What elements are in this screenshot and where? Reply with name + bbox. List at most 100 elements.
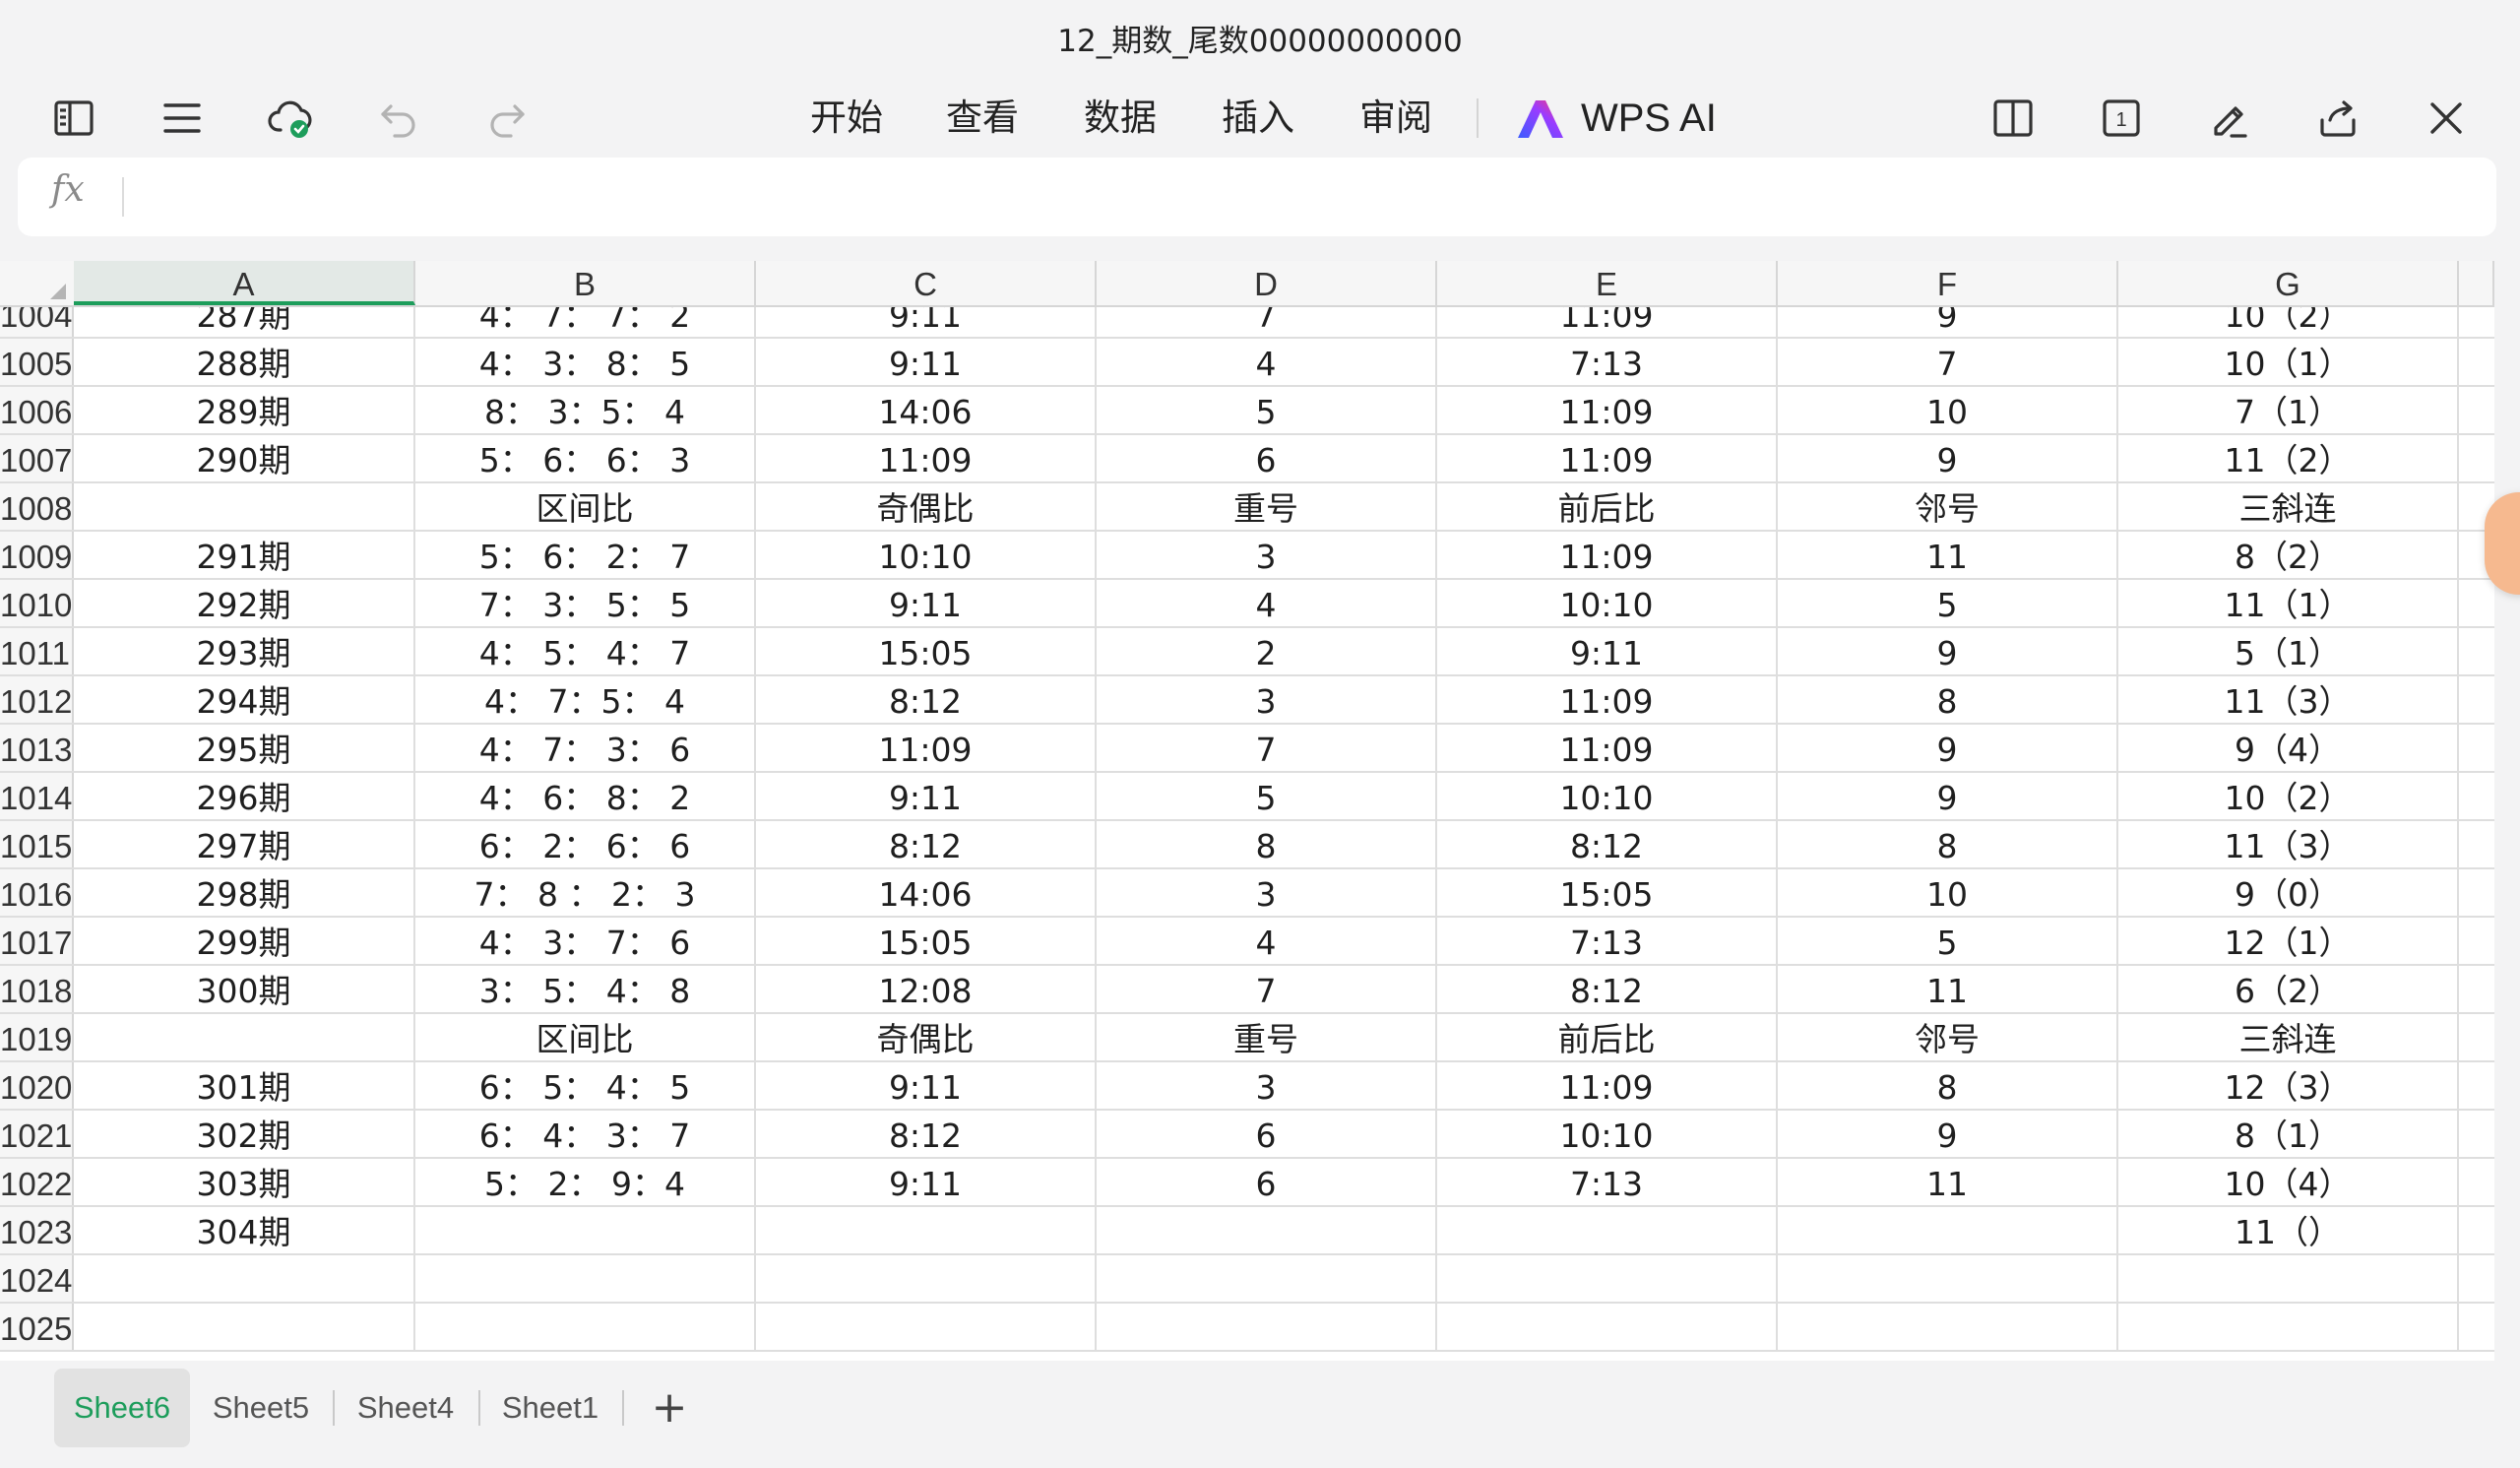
cell-b[interactable]: 4： 5： 4： 7 — [415, 628, 756, 674]
cell-g[interactable]: 12（1） — [2118, 918, 2459, 964]
cell-b[interactable]: 6： 4： 3： 7 — [415, 1111, 756, 1157]
cell-a[interactable]: 289期 — [74, 387, 415, 433]
cloud-sync-icon[interactable] — [251, 79, 330, 158]
cell-g[interactable]: 11（2） — [2118, 435, 2459, 481]
menu-icon[interactable] — [143, 79, 221, 158]
cell-g[interactable]: 8（2） — [2118, 532, 2459, 578]
cell-g[interactable]: 5（1） — [2118, 628, 2459, 674]
page-count-icon[interactable]: 1 — [2082, 79, 2161, 158]
cell-d[interactable]: 4 — [1097, 339, 1437, 385]
cell-c[interactable]: 奇偶比 — [756, 483, 1097, 530]
sheet-tab-sheet1[interactable]: Sheet1 — [484, 1369, 616, 1447]
row-header[interactable]: 1025 — [0, 1304, 74, 1350]
cell-d[interactable]: 2 — [1097, 628, 1437, 674]
cell-d[interactable] — [1097, 1255, 1437, 1302]
cell-d[interactable]: 3 — [1097, 869, 1437, 916]
menu-insert[interactable]: 插入 — [1209, 91, 1307, 146]
cell-b[interactable] — [415, 1255, 756, 1302]
row-header[interactable]: 1020 — [0, 1062, 74, 1109]
cell-f[interactable]: 9 — [1778, 628, 2118, 674]
row-header[interactable]: 1019 — [0, 1014, 74, 1060]
cell-g[interactable]: 8（1） — [2118, 1111, 2459, 1157]
row-header[interactable]: 1008 — [0, 483, 74, 530]
cell-e[interactable]: 11:09 — [1437, 1062, 1778, 1109]
cell-c[interactable]: 14:06 — [756, 387, 1097, 433]
cell-d[interactable]: 6 — [1097, 435, 1437, 481]
menu-data[interactable]: 数据 — [1071, 91, 1169, 146]
menu-start[interactable]: 开始 — [797, 91, 896, 146]
sidebar-toggle-icon[interactable] — [34, 79, 113, 158]
cell-d[interactable] — [1097, 1304, 1437, 1350]
cell-e[interactable]: 11:09 — [1437, 725, 1778, 771]
cell-a[interactable]: 288期 — [74, 339, 415, 385]
row-header[interactable]: 1017 — [0, 918, 74, 964]
column-header-g[interactable]: G — [2118, 261, 2459, 305]
cell-g[interactable] — [2118, 1255, 2459, 1302]
row-header[interactable]: 1018 — [0, 966, 74, 1012]
cell-g[interactable]: 11（3） — [2118, 821, 2459, 867]
cell-e[interactable]: 前后比 — [1437, 1014, 1778, 1060]
wps-ai-button[interactable]: WPS AI — [1516, 91, 1717, 146]
close-icon[interactable] — [2407, 79, 2486, 158]
row-header[interactable]: 1023 — [0, 1207, 74, 1253]
row-header[interactable]: 1021 — [0, 1111, 74, 1157]
row-header[interactable]: 1009 — [0, 532, 74, 578]
row-header[interactable]: 1013 — [0, 725, 74, 771]
cell-c[interactable]: 9:11 — [756, 1159, 1097, 1205]
cell-e[interactable]: 10:10 — [1437, 773, 1778, 819]
cell-f[interactable]: 7 — [1778, 339, 2118, 385]
share-icon[interactable] — [2299, 79, 2377, 158]
cell-c[interactable]: 8:12 — [756, 1111, 1097, 1157]
cell-f[interactable] — [1778, 1255, 2118, 1302]
cell-c[interactable] — [756, 1304, 1097, 1350]
cell-d[interactable]: 3 — [1097, 532, 1437, 578]
cell-f[interactable]: 9 — [1778, 773, 2118, 819]
floating-assistant-icon[interactable] — [2485, 492, 2520, 595]
cell-a[interactable]: 294期 — [74, 676, 415, 723]
cell-g[interactable]: 9（4） — [2118, 725, 2459, 771]
menu-view[interactable]: 查看 — [933, 91, 1032, 146]
cell-c[interactable]: 11:09 — [756, 435, 1097, 481]
cell-e[interactable]: 11:09 — [1437, 532, 1778, 578]
row-header[interactable]: 1014 — [0, 773, 74, 819]
cell-a[interactable] — [74, 483, 415, 530]
cell-c[interactable] — [756, 1255, 1097, 1302]
cell-c[interactable]: 8:12 — [756, 821, 1097, 867]
cell-g[interactable]: 6（2） — [2118, 966, 2459, 1012]
cell-c[interactable]: 15:05 — [756, 628, 1097, 674]
cell-b[interactable]: 7： 3： 5： 5 — [415, 580, 756, 626]
cell-e[interactable]: 8:12 — [1437, 966, 1778, 1012]
cell-a[interactable]: 303期 — [74, 1159, 415, 1205]
sheet-tab-sheet4[interactable]: Sheet4 — [340, 1369, 472, 1447]
cell-g[interactable]: 11（3） — [2118, 676, 2459, 723]
cell-c[interactable]: 奇偶比 — [756, 1014, 1097, 1060]
cell-a[interactable]: 295期 — [74, 725, 415, 771]
redo-icon[interactable] — [468, 79, 546, 158]
edit-pen-icon[interactable] — [2190, 79, 2269, 158]
row-header[interactable]: 1011 — [0, 628, 74, 674]
cell-a[interactable]: 300期 — [74, 966, 415, 1012]
cell-g[interactable]: 三斜连 — [2118, 483, 2459, 530]
formula-input[interactable] — [140, 169, 2477, 224]
cell-g[interactable]: 10（2） — [2118, 773, 2459, 819]
cell-g[interactable]: 9（0） — [2118, 869, 2459, 916]
column-header-e[interactable]: E — [1437, 261, 1778, 305]
cell-f[interactable]: 5 — [1778, 580, 2118, 626]
cell-d[interactable]: 8 — [1097, 821, 1437, 867]
cell-d[interactable]: 重号 — [1097, 1014, 1437, 1060]
row-header[interactable]: 1007 — [0, 435, 74, 481]
cell-a[interactable]: 304期 — [74, 1207, 415, 1253]
cell-e[interactable]: 8:12 — [1437, 821, 1778, 867]
cell-f[interactable]: 10 — [1778, 869, 2118, 916]
cell-e[interactable]: 11:09 — [1437, 387, 1778, 433]
cell-f[interactable]: 8 — [1778, 676, 2118, 723]
cell-c[interactable]: 12:08 — [756, 966, 1097, 1012]
cell-b[interactable]: 7： 8 ： 2： 3 — [415, 869, 756, 916]
cell-e[interactable] — [1437, 1255, 1778, 1302]
cell-e[interactable] — [1437, 1304, 1778, 1350]
cell-g[interactable]: 11（） — [2118, 1207, 2459, 1253]
row-header[interactable]: 1024 — [0, 1255, 74, 1302]
cell-g[interactable]: 12（3） — [2118, 1062, 2459, 1109]
cell-f[interactable]: 9 — [1778, 435, 2118, 481]
row-header[interactable]: 1006 — [0, 387, 74, 433]
